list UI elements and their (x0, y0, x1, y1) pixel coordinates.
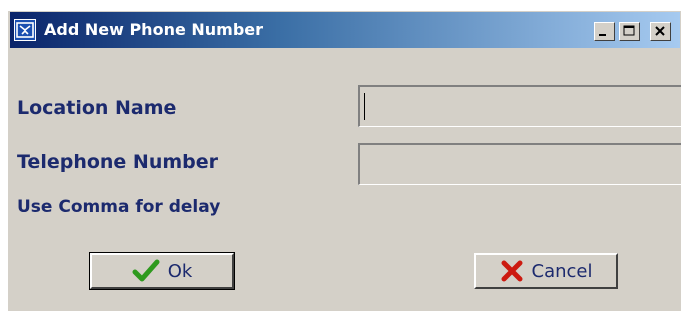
close-icon (655, 26, 665, 36)
maximize-icon (623, 25, 635, 36)
window-title: Add New Phone Number (44, 20, 264, 39)
maximize-button[interactable] (619, 22, 640, 41)
add-phone-number-dialog: Add New Phone Number Location Name Telep… (7, 10, 681, 311)
comma-delay-hint: Use Comma for delay (17, 197, 221, 217)
location-name-input[interactable] (358, 85, 681, 127)
cancel-button[interactable]: Cancel (474, 253, 618, 289)
title-bar[interactable]: Add New Phone Number (10, 12, 680, 48)
cancel-button-label: Cancel (531, 260, 593, 282)
telephone-number-label: Telephone Number (17, 151, 219, 173)
text-caret (364, 93, 365, 120)
location-name-label: Location Name (17, 97, 177, 119)
minimize-icon (599, 34, 606, 36)
minimize-button[interactable] (594, 22, 615, 41)
x-mark-icon (501, 260, 522, 282)
ok-button[interactable]: Ok (89, 252, 235, 290)
app-icon (14, 19, 36, 41)
close-button[interactable] (650, 22, 671, 41)
telephone-number-input[interactable] (358, 143, 681, 185)
checkmark-icon (132, 259, 160, 282)
ok-button-label: Ok (167, 260, 193, 282)
